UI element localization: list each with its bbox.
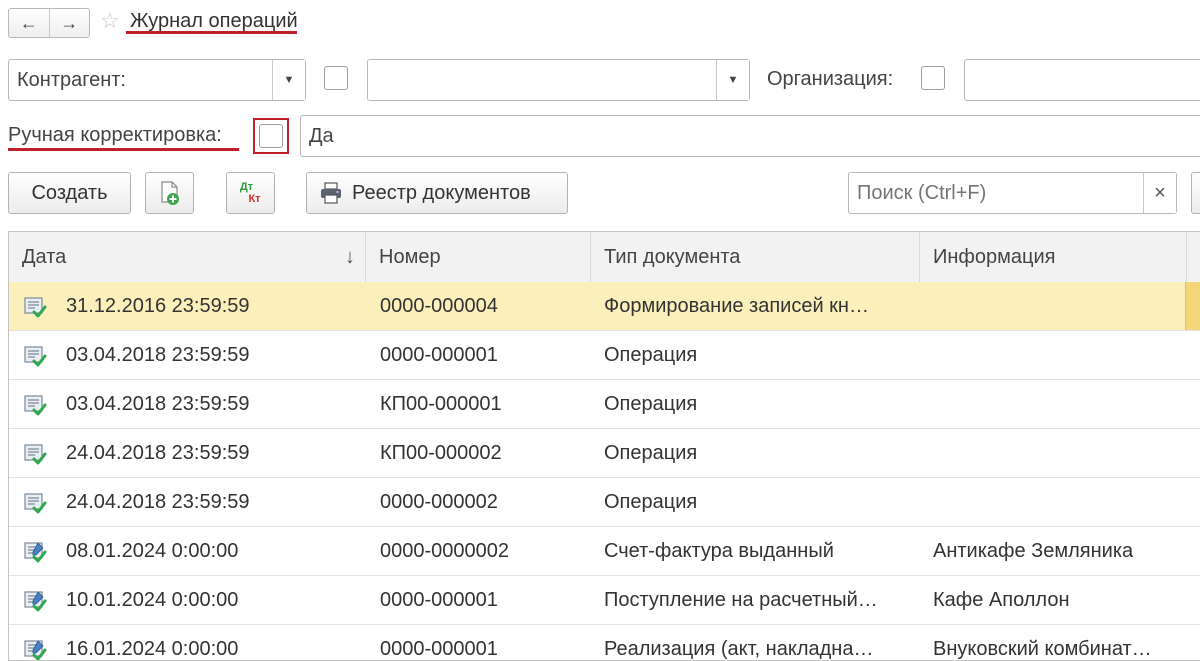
column-header-number[interactable]: Номер	[366, 232, 591, 282]
document-posted-icon	[24, 395, 47, 416]
cell-type: Формирование записей кн…	[604, 295, 869, 317]
document-edited-posted-icon	[24, 542, 47, 563]
contragent-label: Контрагент:	[17, 69, 126, 91]
cell-date: 03.04.2018 23:59:59	[66, 344, 250, 366]
cell-type: Реализация (акт, накладна…	[604, 638, 874, 660]
dt-kt-button[interactable]: Дт Кт	[226, 172, 275, 214]
manual-correction-label: Ручная корректировка:	[8, 124, 222, 146]
search-input[interactable]	[849, 173, 1143, 213]
organization-input[interactable]	[964, 59, 1200, 101]
column-header-info[interactable]: Информация	[920, 232, 1187, 282]
page-title: Журнал операций	[130, 10, 298, 32]
document-posted-icon	[24, 297, 47, 318]
cell-info: Кафе Аполлон	[933, 589, 1070, 611]
column-header-type[interactable]: Тип документа	[591, 232, 920, 282]
search-box: ×	[848, 172, 1177, 214]
column-header-date[interactable]: Дата ↓	[9, 232, 366, 282]
contragent-select[interactable]: Контрагент: ▼	[8, 59, 306, 101]
document-edited-posted-icon	[24, 640, 47, 660]
cell-number: КП00-000001	[380, 393, 502, 415]
operations-table: Дата ↓ Номер Тип документа Информация 31…	[8, 231, 1200, 661]
cell-date: 08.01.2024 0:00:00	[66, 540, 239, 562]
column-date-label: Дата	[22, 246, 67, 268]
cell-type: Поступление на расчетный…	[604, 589, 878, 611]
cell-number: 0000-000001	[380, 344, 498, 366]
create-copy-button[interactable]	[145, 172, 194, 214]
cell-type: Операция	[604, 442, 698, 464]
cell-type: Операция	[604, 344, 698, 366]
cell-info	[933, 380, 1183, 428]
create-button-label: Создать	[31, 181, 108, 204]
arrow-right-icon: →	[60, 12, 79, 33]
create-button[interactable]: Создать	[8, 172, 131, 214]
cell-date: 16.01.2024 0:00:00	[66, 638, 239, 660]
table-row[interactable]: 16.01.2024 0:00:00 0000-000001 Реализация …	[9, 625, 1200, 660]
table-row[interactable]: 03.04.2018 23:59:59 0000-000001 Операция	[9, 331, 1200, 380]
cell-number: 0000-000002	[380, 491, 498, 513]
cell-info	[933, 429, 1183, 477]
table-row[interactable]: 03.04.2018 23:59:59 КП00-000001 Операция	[9, 380, 1200, 429]
manual-correction-checkbox[interactable]	[259, 124, 283, 148]
cell-number: 0000-000004	[380, 295, 498, 317]
column-info-label: Информация	[933, 246, 1056, 268]
manual-correction-input[interactable]: Да	[300, 115, 1200, 157]
table-row[interactable]: 31.12.2016 23:59:59 0000-000004 Формирован…	[9, 282, 1200, 331]
kt-label: Кт	[248, 193, 261, 205]
cell-date: 24.04.2018 23:59:59	[66, 491, 250, 513]
cell-info	[933, 478, 1183, 526]
cell-type: Операция	[604, 393, 698, 415]
cell-date: 31.12.2016 23:59:59	[66, 295, 250, 317]
column-number-label: Номер	[379, 246, 441, 268]
cell-type: Операция	[604, 491, 698, 513]
dt-label: Дт	[239, 181, 254, 193]
navigation-buttons: ← →	[8, 8, 90, 38]
table-row[interactable]: 10.01.2024 0:00:00 0000-000001 Поступление…	[9, 576, 1200, 625]
cell-number: 0000-0000002	[380, 540, 510, 562]
cell-info	[933, 331, 1183, 379]
document-posted-icon	[24, 493, 47, 514]
close-icon: ×	[1154, 181, 1166, 204]
arrow-left-icon: ←	[19, 12, 38, 33]
clear-search-button[interactable]: ×	[1143, 173, 1176, 213]
sort-down-icon: ↓	[345, 246, 355, 268]
title-highlight-underline	[126, 31, 297, 34]
cell-number: 0000-000001	[380, 638, 498, 660]
table-row[interactable]: 08.01.2024 0:00:00 0000-0000002 Счет-факту…	[9, 527, 1200, 576]
favorite-star-icon[interactable]: ☆	[100, 9, 120, 33]
cell-info: Антикафе Земляника	[933, 540, 1134, 562]
add-document-icon	[160, 181, 179, 205]
document-registry-label: Реестр документов	[352, 181, 531, 204]
back-button[interactable]: ←	[9, 9, 49, 37]
document-registry-button[interactable]: Реестр документов	[306, 172, 568, 214]
chevron-down-icon[interactable]: ▼	[716, 60, 749, 100]
cell-number: 0000-000001	[380, 589, 498, 611]
chevron-down-icon[interactable]: ▼	[272, 60, 305, 100]
contragent-value-select[interactable]: ▼	[367, 59, 750, 101]
cell-info	[933, 282, 1183, 330]
document-edited-posted-icon	[24, 591, 47, 612]
cell-date: 10.01.2024 0:00:00	[66, 589, 239, 611]
label-highlight-underline	[8, 148, 239, 151]
cell-type: Счет-фактура выданный	[604, 540, 834, 562]
document-posted-icon	[24, 346, 47, 367]
more-button[interactable]	[1191, 172, 1200, 214]
document-posted-icon	[24, 444, 47, 465]
scrollbar[interactable]	[1185, 282, 1200, 330]
contragent-checkbox[interactable]	[324, 66, 348, 90]
table-header: Дата ↓ Номер Тип документа Информация	[9, 232, 1200, 283]
printer-icon	[321, 182, 341, 204]
cell-date: 24.04.2018 23:59:59	[66, 442, 250, 464]
organization-checkbox[interactable]	[921, 66, 945, 90]
forward-button[interactable]: →	[48, 9, 90, 37]
cell-info: Внуковский комбинат…	[933, 638, 1152, 660]
table-row[interactable]: 24.04.2018 23:59:59 КП00-000002 Операция	[9, 429, 1200, 478]
table-row[interactable]: 24.04.2018 23:59:59 0000-000002 Операция	[9, 478, 1200, 527]
manual-correction-value: Да	[309, 125, 334, 147]
cell-date: 03.04.2018 23:59:59	[66, 393, 250, 415]
column-type-label: Тип документа	[604, 246, 741, 268]
organization-label: Организация:	[767, 68, 894, 90]
cell-number: КП00-000002	[380, 442, 502, 464]
